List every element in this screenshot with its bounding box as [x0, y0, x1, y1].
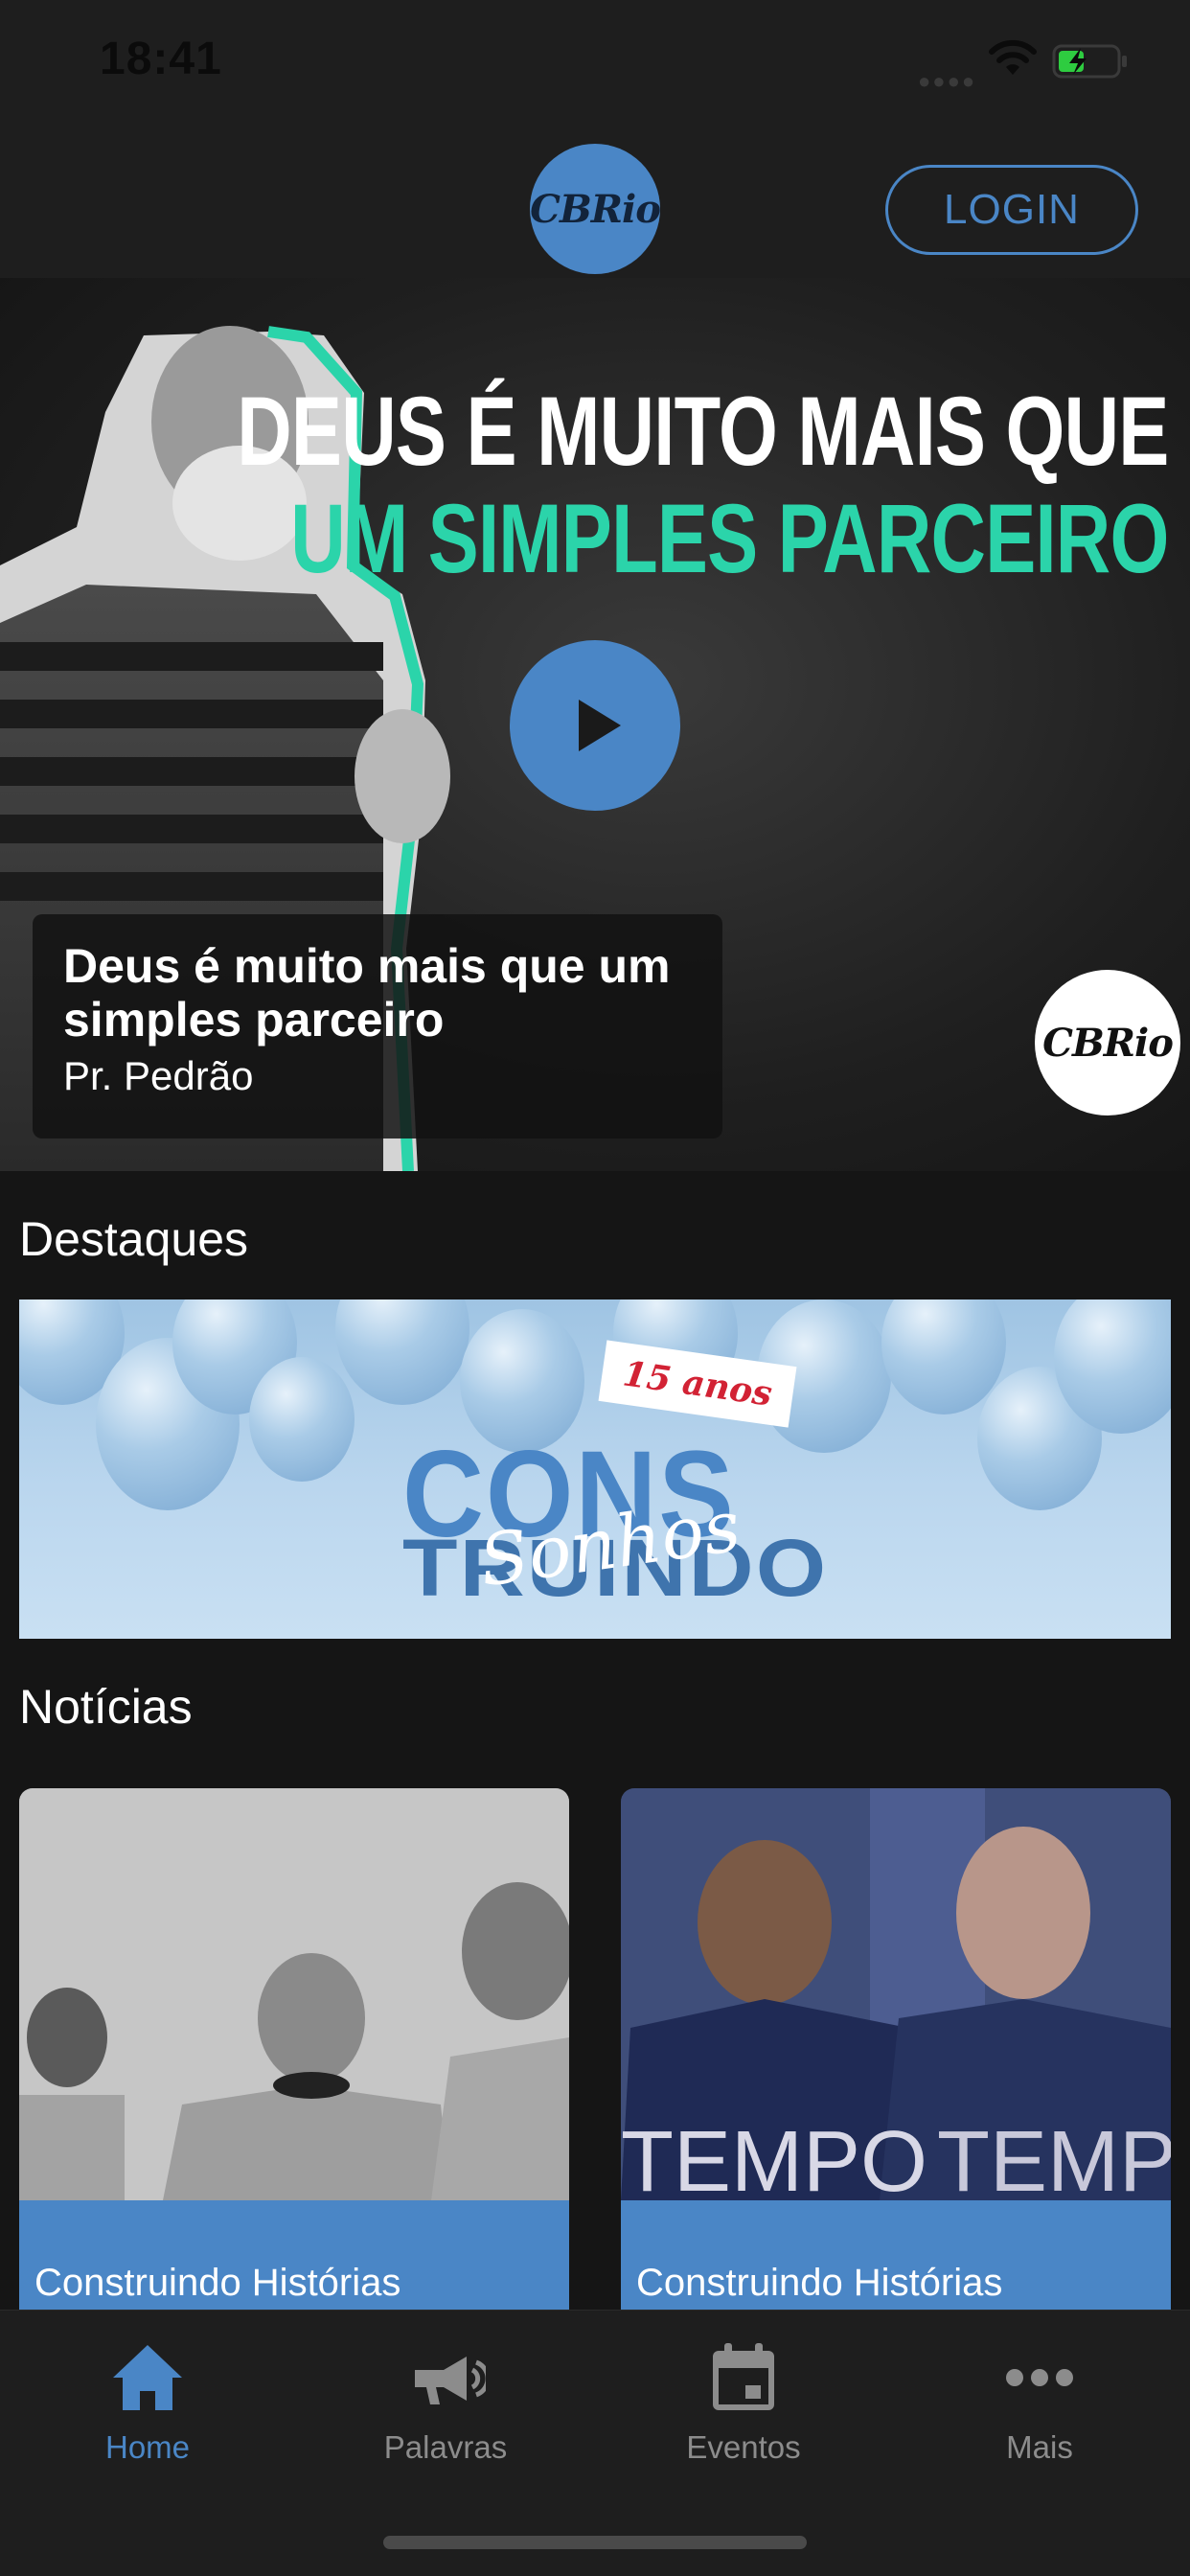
news-card-label: Construindo Histórias — [621, 2200, 1171, 2310]
tab-eventos[interactable]: Eventos — [629, 2337, 858, 2491]
status-time: 18:41 — [100, 34, 222, 84]
headline-line-1: DEUS É MUITO MAIS QUE — [237, 377, 1170, 486]
video-title: Deus é muito mais que um simples parceir… — [63, 939, 671, 1046]
hero-watermark-logo: CBRio — [1035, 970, 1180, 1116]
svg-text:TEMPO: TEMPO — [621, 2114, 927, 2200]
battery-charging-icon — [1052, 44, 1127, 79]
tab-mais-label: Mais — [1006, 2429, 1073, 2465]
tab-eventos-label: Eventos — [686, 2429, 801, 2465]
app-header: CBRio LOGIN — [0, 125, 1190, 278]
noticias-heading: Notícias — [19, 1680, 193, 1734]
news-card[interactable]: TEMPO TEMP Construindo Histórias — [621, 1788, 1171, 2310]
status-bar: 18:41 ●●●● — [0, 0, 1190, 125]
headline-line-2: UM SIMPLES PARCEIRO — [290, 484, 1170, 593]
hero-video-card[interactable]: DEUS É MUITO MAIS QUE UM SIMPLES PARCEIR… — [0, 278, 1190, 1171]
play-button[interactable] — [510, 640, 680, 811]
play-icon — [579, 700, 621, 751]
tab-mais[interactable]: Mais — [925, 2337, 1155, 2491]
hero-headline: DEUS É MUITO MAIS QUE UM SIMPLES PARCEIR… — [237, 377, 1170, 593]
news-photo — [19, 1788, 569, 2200]
logo-text: CBRio — [530, 186, 661, 232]
destaques-heading: Destaques — [19, 1212, 249, 1266]
balloon — [335, 1300, 469, 1405]
news-card[interactable]: Construindo Histórias — [19, 1788, 569, 2310]
home-icon — [113, 2345, 182, 2410]
video-speaker: Pr. Pedrão — [63, 1053, 254, 1098]
destaque-banner[interactable]: 15 anos CONS TRUINDO Sonhos — [19, 1300, 1171, 1639]
watermark-text: CBRio — [1042, 1020, 1174, 1066]
news-card-label: Construindo Histórias — [19, 2200, 569, 2310]
wifi-icon — [989, 39, 1037, 75]
balloon — [249, 1357, 355, 1482]
news-photo: TEMPO TEMP — [621, 1788, 1171, 2200]
megaphone-icon — [415, 2357, 486, 2404]
calendar-icon — [713, 2343, 774, 2410]
video-caption: Deus é muito mais que um simples parceir… — [33, 914, 722, 1138]
tab-palavras-label: Palavras — [383, 2429, 508, 2465]
more-icon — [1006, 2369, 1073, 2386]
login-button[interactable]: LOGIN — [885, 165, 1138, 255]
signal-icon: ●●●● — [918, 69, 977, 93]
home-indicator — [383, 2536, 807, 2549]
tab-home[interactable]: Home — [33, 2337, 263, 2491]
svg-text:TEMP: TEMP — [937, 2114, 1171, 2200]
tab-home-label: Home — [104, 2429, 191, 2465]
tab-palavras[interactable]: Palavras — [331, 2337, 561, 2491]
app-logo[interactable]: CBRio — [530, 144, 661, 274]
